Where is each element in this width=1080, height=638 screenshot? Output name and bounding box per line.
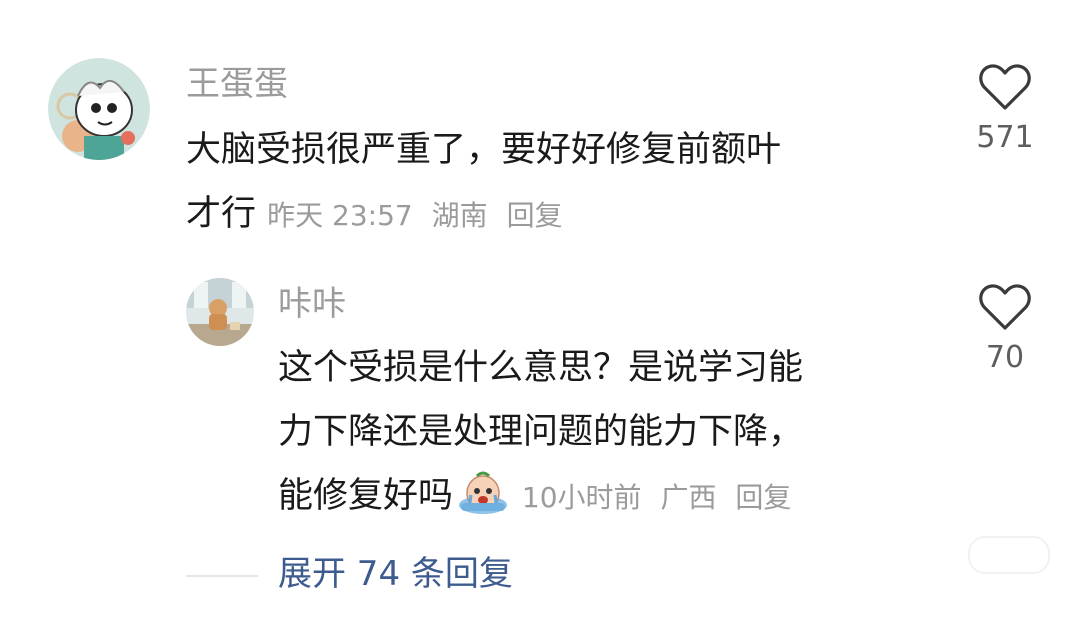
comment-text-line: 能修复好吗 bbox=[278, 476, 454, 516]
comment-text-line: 这个受损是什么意思？是说学习能 bbox=[278, 348, 804, 388]
avatar-kaka[interactable] bbox=[186, 278, 254, 346]
like-count: 70 bbox=[985, 340, 1025, 375]
like-button[interactable]: 571 bbox=[960, 62, 1050, 156]
comment-time: 昨天 23:57 bbox=[267, 199, 413, 232]
comment-meta: 昨天 23:57 湖南 回复 bbox=[267, 199, 572, 232]
comment-location: 湖南 bbox=[431, 199, 488, 232]
comment-text-line: 大脑受损很严重了，要好好修复前额叶 bbox=[186, 130, 782, 170]
comment-text-line: 才行 bbox=[186, 194, 257, 234]
divider bbox=[186, 575, 258, 577]
like-count: 571 bbox=[976, 120, 1034, 155]
comment-username[interactable]: 王蛋蛋 bbox=[186, 64, 288, 104]
reply-button[interactable]: 回复 bbox=[507, 199, 563, 232]
heart-outline-icon bbox=[979, 64, 1031, 110]
comment-text-line: 力下降还是处理问题的能力下降， bbox=[278, 412, 804, 452]
comment-text: 大脑受损很严重了，要好好修复前额叶 才行 昨天 23:57 湖南 回复 bbox=[186, 118, 906, 248]
reply-button[interactable]: 回复 bbox=[735, 481, 791, 514]
comment-time: 10小时前 bbox=[521, 481, 642, 514]
watermark bbox=[968, 536, 1050, 574]
comment-text-line-with-meta: 能修复好吗 10小时前 广西 回复 bbox=[278, 464, 908, 530]
comment-text: 这个受损是什么意思？是说学习能 力下降还是处理问题的能力下降， 能修复好吗 10… bbox=[278, 336, 908, 530]
comment-text-line-with-meta: 才行 昨天 23:57 湖南 回复 bbox=[186, 182, 906, 248]
crying-emoji-icon bbox=[459, 471, 508, 514]
expand-replies-button[interactable]: 展开 74 条回复 bbox=[278, 552, 513, 596]
like-button[interactable]: 70 bbox=[960, 282, 1050, 376]
avatar-wangdandan[interactable] bbox=[48, 58, 150, 160]
comment-meta: 10小时前 广西 回复 bbox=[513, 481, 801, 514]
heart-outline-icon bbox=[979, 284, 1031, 330]
comment-username[interactable]: 咔咔 bbox=[278, 284, 346, 324]
comment-location: 广西 bbox=[660, 481, 717, 514]
